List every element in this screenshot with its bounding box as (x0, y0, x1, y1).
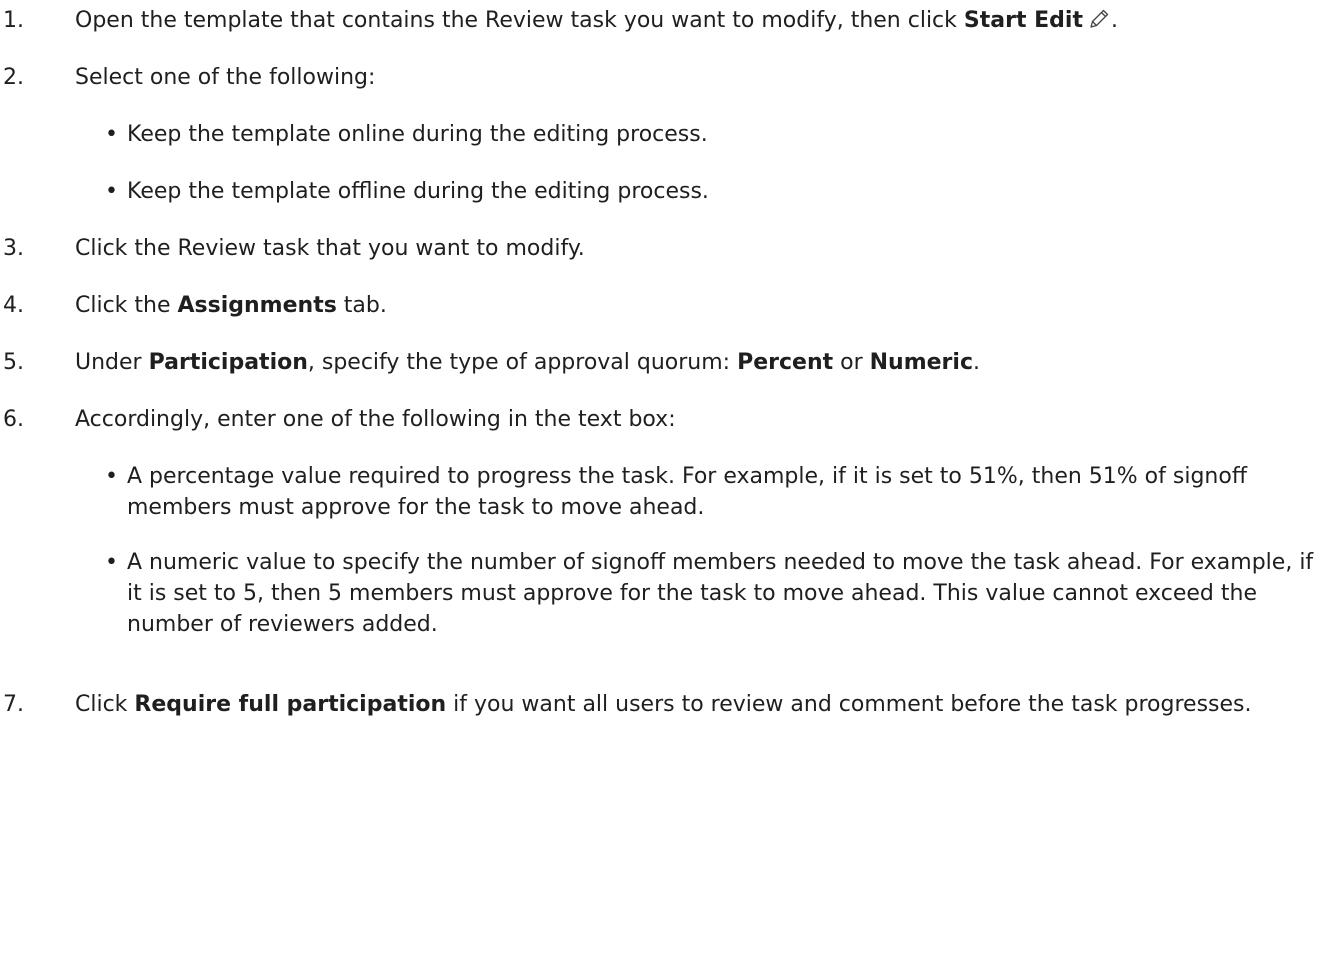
bullet-text: Keep the template online during the edit… (127, 122, 708, 147)
bullet-text: A numeric value to specify the number of… (127, 550, 1314, 637)
step-text: Select one of the following: (75, 65, 376, 90)
bullet-text: A percentage value required to progress … (127, 464, 1247, 520)
step-number: 6. (3, 407, 24, 432)
bullet-marker: • (105, 464, 118, 489)
step-text: Open the template that contains the Revi… (75, 7, 1118, 33)
step-number: 5. (3, 350, 24, 375)
start-edit-label: Start Edit (963, 8, 1083, 33)
participation-label: Participation (148, 350, 308, 375)
step-number: 3. (3, 236, 24, 261)
step-text: Click Require full participation if you … (75, 692, 1252, 717)
numeric-label: Numeric (869, 350, 973, 375)
step-number: 7. (3, 692, 24, 717)
bullet-marker: • (105, 122, 118, 147)
step-number: 4. (3, 293, 24, 318)
step-text: Under Participation, specify the type of… (75, 350, 980, 375)
step-text: Click the Assignments tab. (75, 293, 387, 318)
bullet-text: Keep the template offline during the edi… (127, 179, 709, 204)
assignments-label: Assignments (177, 293, 337, 318)
pencil-icon (1087, 7, 1111, 31)
step-number: 2. (3, 65, 24, 90)
step-text: Click the Review task that you want to m… (75, 236, 585, 261)
require-full-participation-label: Require full participation (134, 692, 447, 717)
step-number: 1. (3, 8, 24, 33)
bullet-marker: • (105, 550, 118, 575)
bullet-marker: • (105, 179, 118, 204)
step-text: Accordingly, enter one of the following … (75, 407, 676, 432)
percent-label: Percent (737, 350, 834, 375)
